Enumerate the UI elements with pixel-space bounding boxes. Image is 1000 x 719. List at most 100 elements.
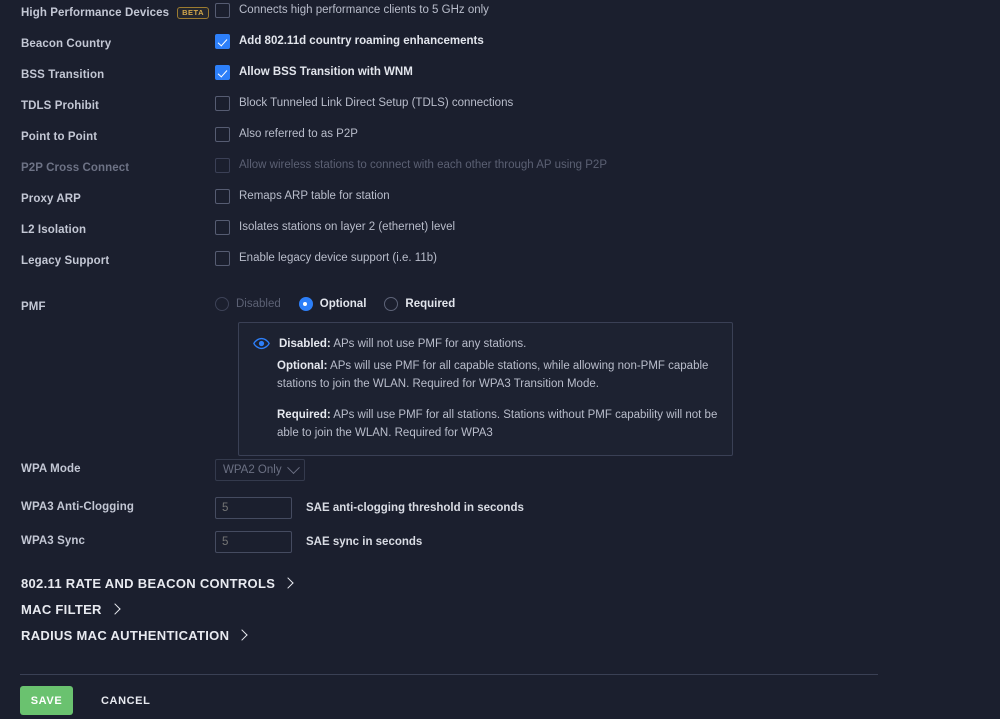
checkbox-label: Block Tunneled Link Direct Setup (TDLS) … bbox=[239, 97, 514, 109]
section-link-mac-filter[interactable]: MAC FILTER bbox=[21, 596, 292, 622]
wpa3-anti-clogging-control: SAE anti-clogging threshold in seconds bbox=[215, 494, 524, 519]
pmf-radio-label: Required bbox=[405, 298, 456, 310]
wpa-mode-control: WPA2 Only bbox=[215, 456, 305, 481]
pmf-radio-optional[interactable]: Optional bbox=[298, 297, 366, 311]
chevron-down-icon bbox=[287, 460, 300, 474]
eye-icon bbox=[253, 335, 270, 357]
row-label-text: High Performance Devices bbox=[21, 7, 170, 19]
wpa3-sync-control: SAE sync in seconds bbox=[215, 528, 422, 553]
row-label-text: WPA Mode bbox=[21, 463, 81, 475]
pmf-info-first-line: Disabled: APs will not use PMF for any s… bbox=[253, 335, 718, 357]
checkbox-row[interactable]: Remaps ARP table for station bbox=[215, 189, 390, 204]
checkbox-icon[interactable] bbox=[215, 189, 230, 204]
save-button[interactable]: SAVE bbox=[20, 686, 73, 715]
section-link-label: 802.11 RATE AND BEACON CONTROLS bbox=[21, 575, 276, 591]
row-bss-transition: BSS Transition Allow BSS Transition with … bbox=[0, 62, 1000, 93]
checkbox-checked-icon[interactable] bbox=[215, 65, 230, 80]
wpa3-sync-input[interactable] bbox=[215, 531, 292, 553]
section-link-radius-mac-authentication[interactable]: RADIUS MAC AUTHENTICATION bbox=[21, 622, 292, 648]
section-link-label: MAC FILTER bbox=[21, 601, 102, 617]
checkbox-label: Enable legacy device support (i.e. 11b) bbox=[239, 252, 437, 264]
row-label-text: TDLS Prohibit bbox=[21, 100, 99, 112]
row-label: Point to Point bbox=[0, 124, 215, 144]
pmf-info-term-optional: Optional: bbox=[277, 360, 328, 372]
row-label-text: Legacy Support bbox=[21, 255, 110, 267]
row-control: Connects high performance clients to 5 G… bbox=[215, 0, 1000, 18]
row-control: Add 802.11d country roaming enhancements bbox=[215, 31, 1000, 49]
section-link-label: RADIUS MAC AUTHENTICATION bbox=[21, 627, 230, 643]
row-label: Beacon Country bbox=[0, 31, 215, 51]
row-label-text: Beacon Country bbox=[21, 38, 112, 50]
checkbox-checked-icon[interactable] bbox=[215, 34, 230, 49]
chevron-right-icon bbox=[282, 576, 294, 589]
checkbox-row[interactable]: Enable legacy device support (i.e. 11b) bbox=[215, 251, 437, 266]
checkbox-icon[interactable] bbox=[215, 3, 230, 18]
radio-icon bbox=[215, 297, 229, 311]
row-control: Allow BSS Transition with WNM bbox=[215, 62, 1000, 80]
checkbox-icon[interactable] bbox=[215, 96, 230, 111]
pmf-info-body-optional: APs will use PMF for all capable station… bbox=[277, 360, 709, 390]
row-p2p-cross-connect: P2P Cross Connect Allow wireless stations… bbox=[0, 155, 1000, 186]
checkbox-label: Also referred to as P2P bbox=[239, 128, 358, 140]
checkbox-label: Add 802.11d country roaming enhancements bbox=[239, 35, 484, 47]
section-link-802-11-rate-and-beacon-controls[interactable]: 802.11 RATE AND BEACON CONTROLS bbox=[21, 570, 294, 596]
row-label: L2 Isolation bbox=[0, 217, 215, 237]
checkbox-label: Remaps ARP table for station bbox=[239, 190, 390, 202]
row-label-text: WPA3 Sync bbox=[21, 535, 85, 547]
wpa3-sync-hint: SAE sync in seconds bbox=[306, 536, 423, 548]
row-pmf: PMF Disabled Optional Required bbox=[0, 294, 473, 325]
row-wpa3-sync: WPA3 Sync SAE sync in seconds bbox=[0, 528, 422, 559]
footer-actions: SAVE CANCEL bbox=[20, 686, 156, 715]
pmf-info-term-required: Required: bbox=[277, 409, 331, 421]
row-beacon-country: Beacon Country Add 802.11d country roamin… bbox=[0, 31, 1000, 62]
checkbox-icon[interactable] bbox=[215, 127, 230, 142]
row-label-wpa3-sync: WPA3 Sync bbox=[0, 528, 215, 548]
radio-selected-icon[interactable] bbox=[298, 297, 313, 311]
checkbox-icon bbox=[215, 158, 230, 173]
row-control: Allow wireless stations to connect with … bbox=[215, 155, 1000, 173]
row-label: P2P Cross Connect bbox=[0, 155, 215, 175]
row-label-wpa3-anti-clogging: WPA3 Anti-Clogging bbox=[0, 494, 215, 514]
chevron-right-icon bbox=[109, 602, 121, 615]
checkbox-row[interactable]: Also referred to as P2P bbox=[215, 127, 358, 142]
footer-divider bbox=[20, 674, 878, 675]
checkbox-icon[interactable] bbox=[215, 251, 230, 266]
wpa-mode-select[interactable]: WPA2 Only bbox=[215, 459, 305, 481]
row-wpa3-anti-clogging: WPA3 Anti-Clogging SAE anti-clogging thr… bbox=[0, 494, 524, 525]
row-label-pmf: PMF bbox=[0, 294, 215, 314]
row-label-text: PMF bbox=[21, 301, 46, 313]
checkbox-row[interactable]: Block Tunneled Link Direct Setup (TDLS) … bbox=[215, 96, 513, 111]
checkbox-label: Connects high performance clients to 5 G… bbox=[239, 4, 489, 16]
pmf-radio-disabled: Disabled bbox=[215, 297, 281, 311]
chevron-right-icon bbox=[236, 628, 248, 641]
radio-icon[interactable] bbox=[384, 297, 399, 311]
pmf-radio-label: Disabled bbox=[236, 298, 281, 310]
checkbox-row[interactable]: Connects high performance clients to 5 G… bbox=[215, 3, 489, 18]
checkbox-icon[interactable] bbox=[215, 220, 230, 235]
pmf-info-disabled: Disabled: APs will not use PMF for any s… bbox=[279, 335, 526, 353]
checkbox-label: Allow BSS Transition with WNM bbox=[239, 66, 413, 78]
row-label: BSS Transition bbox=[0, 62, 215, 82]
beta-badge: BETA bbox=[177, 6, 210, 20]
row-label-text: WPA3 Anti-Clogging bbox=[21, 501, 134, 513]
row-control: Isolates stations on layer 2 (ethernet) … bbox=[215, 217, 1000, 235]
pmf-info-term-disabled: Disabled: bbox=[279, 338, 331, 350]
row-label-text: L2 Isolation bbox=[21, 224, 87, 236]
pmf-info-required: Required: APs will use PMF for all stati… bbox=[253, 406, 718, 442]
row-control: Remaps ARP table for station bbox=[215, 186, 1000, 204]
pmf-info-body-disabled: APs will not use PMF for any stations. bbox=[330, 338, 527, 350]
checkbox-row[interactable]: Allow BSS Transition with WNM bbox=[215, 65, 413, 80]
checkbox-label: Allow wireless stations to connect with … bbox=[239, 159, 607, 171]
wpa3-anti-clogging-input[interactable] bbox=[215, 497, 292, 519]
row-proxy-arp: Proxy ARP Remaps ARP table for station bbox=[0, 186, 1000, 217]
checkbox-row[interactable]: Isolates stations on layer 2 (ethernet) … bbox=[215, 220, 455, 235]
wpa3-anti-clogging-hint: SAE anti-clogging threshold in seconds bbox=[306, 502, 524, 514]
checkbox-row[interactable]: Add 802.11d country roaming enhancements bbox=[215, 34, 484, 49]
row-tdls-prohibit: TDLS Prohibit Block Tunneled Link Direct … bbox=[0, 93, 1000, 124]
pmf-radio-required[interactable]: Required bbox=[384, 297, 455, 311]
checkbox-row: Allow wireless stations to connect with … bbox=[215, 158, 607, 173]
settings-page: High Performance Devices BETA Connects hig… bbox=[0, 0, 1000, 719]
wpa-mode-value: WPA2 Only bbox=[223, 464, 282, 476]
pmf-info-panel: Disabled: APs will not use PMF for any s… bbox=[238, 322, 733, 456]
cancel-button[interactable]: CANCEL bbox=[95, 694, 156, 708]
